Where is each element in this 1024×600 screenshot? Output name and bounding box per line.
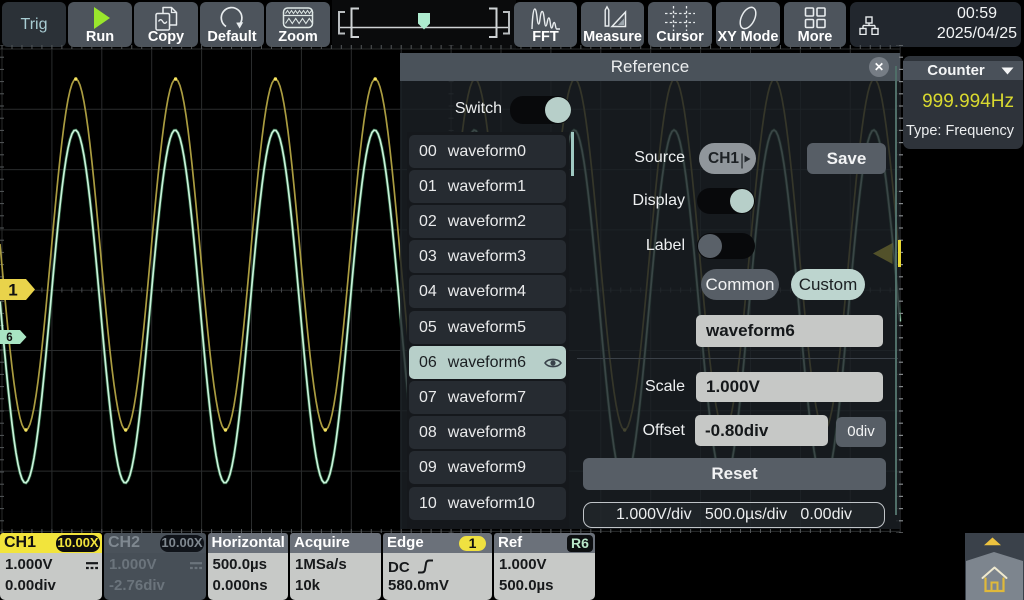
svg-text:1: 1: [8, 281, 17, 300]
svg-text:6: 6: [6, 332, 12, 344]
